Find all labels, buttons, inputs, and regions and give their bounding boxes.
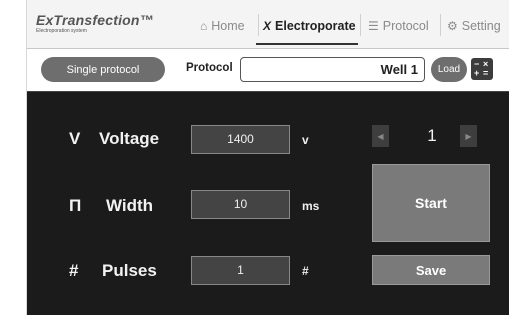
voltage-input[interactable]: 1400	[191, 125, 290, 154]
nav-item-label: Protocol	[382, 19, 429, 33]
single-protocol-button[interactable]: Single protocol	[41, 57, 165, 82]
pulses-unit: #	[302, 264, 309, 278]
list-icon: ☰	[368, 19, 379, 33]
pulse-width-icon: Π	[69, 196, 82, 215]
voltage-icon: V	[69, 129, 81, 148]
nav-item-protocol[interactable]: ☰ Protocol	[368, 17, 429, 35]
home-icon: ⌂	[200, 19, 208, 33]
width-unit: ms	[302, 199, 320, 213]
nav-item-home[interactable]: ⌂ Home	[200, 17, 245, 35]
save-button[interactable]: Save	[372, 255, 490, 285]
start-button[interactable]: Start	[372, 164, 490, 242]
pulses-label: Pulses	[102, 261, 157, 280]
nav-item-electroporate[interactable]: X Electroporate	[263, 17, 356, 35]
protocol-bar: Single protocol Protocol Well 1 Load − ×…	[27, 49, 509, 92]
next-arrow-icon[interactable]: ▶	[460, 125, 477, 147]
brand-title: ExTransfection™	[36, 12, 154, 28]
active-tab-indicator	[256, 43, 358, 45]
nav-divider	[440, 14, 441, 36]
nav-item-label: Setting	[461, 19, 501, 33]
prev-arrow-icon[interactable]: ◀	[372, 125, 389, 147]
protocol-label: Protocol	[186, 62, 233, 74]
calculator-icon[interactable]: − × + =	[471, 58, 493, 80]
load-button[interactable]: Load	[431, 57, 467, 82]
protocol-name-field[interactable]: Well 1	[240, 57, 425, 82]
electroporate-icon: X	[263, 19, 272, 33]
nav-divider	[258, 14, 259, 36]
voltage-unit: v	[302, 133, 309, 147]
nav-divider	[360, 14, 361, 36]
brand-subtitle: Electroporation system	[36, 28, 87, 34]
pulses-icon: #	[69, 261, 79, 280]
pulses-input[interactable]: 1	[191, 256, 290, 285]
electroporate-panel: V Voltage 1400 v Π Width 10 ms # Pulses …	[27, 92, 509, 315]
width-input[interactable]: 10	[191, 190, 290, 219]
nav-item-label: Electroporate	[275, 19, 356, 33]
nav-item-label: Home	[211, 19, 245, 33]
gear-icon: ⚙	[447, 19, 458, 33]
nav-item-setting[interactable]: ⚙ Setting	[447, 17, 501, 35]
brand-logo: ExTransfection™ Electroporation system	[36, 13, 154, 34]
protocol-index: 1	[427, 126, 437, 145]
voltage-label: Voltage	[99, 129, 160, 148]
top-nav-bar: ExTransfection™ Electroporation system ⌂…	[27, 0, 509, 49]
width-label: Width	[106, 196, 154, 215]
